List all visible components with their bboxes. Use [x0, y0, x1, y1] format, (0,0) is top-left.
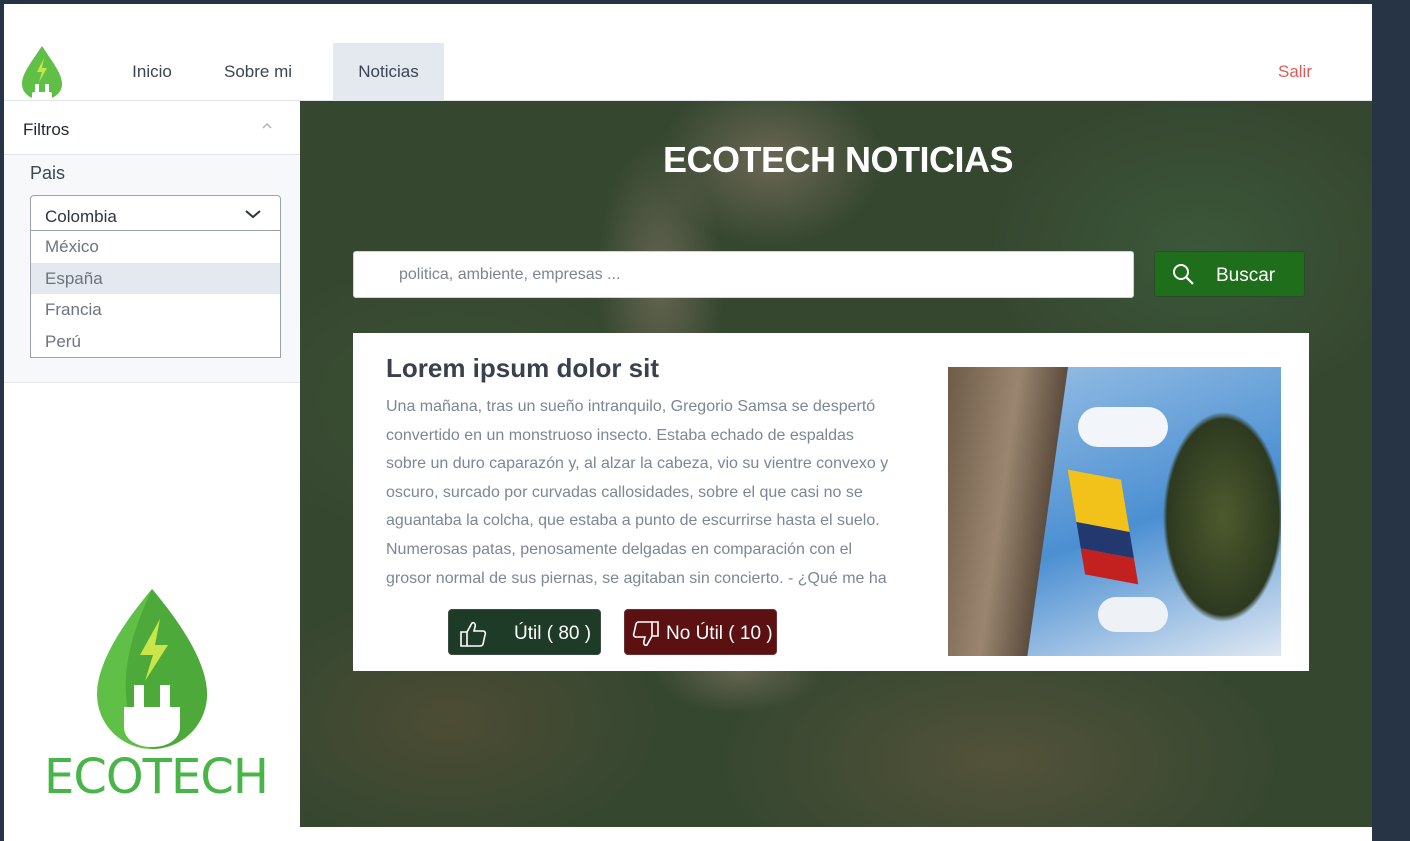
article-title[interactable]: Lorem ipsum dolor sit	[386, 353, 659, 384]
not-useful-button[interactable]: No Útil ( 10 )	[624, 609, 777, 655]
filters-title: Filtros	[23, 120, 70, 139]
news-card: Lorem ipsum dolor sit Una mañana, tras u…	[353, 333, 1309, 671]
search-button[interactable]: Buscar	[1154, 251, 1305, 297]
search-input[interactable]: politica, ambiente, empresas ...	[353, 251, 1134, 298]
filters-panel: Filtros Pais Colombia México España Fran…	[4, 101, 300, 383]
useful-button[interactable]: Útil ( 80 )	[448, 609, 601, 655]
country-option[interactable]: Francia	[31, 294, 280, 326]
image-building	[948, 367, 1068, 656]
article-image[interactable]	[948, 367, 1281, 656]
not-useful-count-label: No Útil ( 10 )	[666, 623, 773, 644]
page-title: ECOTECH NOTICIAS	[662, 139, 1014, 180]
nav-inicio[interactable]: Inicio	[112, 43, 192, 101]
country-select-value: Colombia	[45, 207, 117, 226]
sidebar: Filtros Pais Colombia México España Fran…	[4, 101, 300, 841]
country-option[interactable]: Perú	[31, 326, 280, 358]
colombia-flag-icon	[1067, 469, 1139, 585]
chevron-up-icon[interactable]	[262, 121, 272, 131]
thumbs-up-icon	[460, 621, 487, 647]
country-option[interactable]: España	[31, 262, 280, 294]
search-button-label: Buscar	[1216, 265, 1276, 286]
country-label: Pais	[30, 163, 66, 183]
chevron-down-icon	[245, 210, 261, 219]
country-select[interactable]: Colombia	[30, 195, 281, 231]
country-option[interactable]: México	[31, 231, 280, 263]
brand-name: ECOTECH	[44, 749, 269, 805]
search-placeholder: politica, ambiente, empresas ...	[399, 266, 621, 283]
top-nav: Inicio Sobre mi Noticias Salir	[4, 4, 1372, 101]
useful-count-label: Útil ( 80 )	[514, 623, 592, 644]
nav-sobre-mi[interactable]: Sobre mi	[216, 43, 300, 101]
ecotech-logo-icon[interactable]	[20, 44, 64, 100]
search-icon	[1173, 264, 1194, 285]
logout-link[interactable]: Salir	[1278, 43, 1312, 101]
country-dropdown: México España Francia Perú	[30, 231, 281, 358]
nav-noticias[interactable]: Noticias	[333, 43, 444, 101]
thumbs-down-icon	[632, 621, 659, 647]
app-frame: Inicio Sobre mi Noticias Salir Filtros P…	[4, 4, 1372, 841]
image-tree	[1143, 367, 1281, 656]
filters-header[interactable]: Filtros	[4, 101, 300, 155]
article-body: Una mañana, tras un sueño intranquilo, G…	[386, 398, 889, 587]
footer-band	[300, 827, 1372, 841]
hero-section: ECOTECH NOTICIAS politica, ambiente, emp…	[300, 101, 1372, 827]
